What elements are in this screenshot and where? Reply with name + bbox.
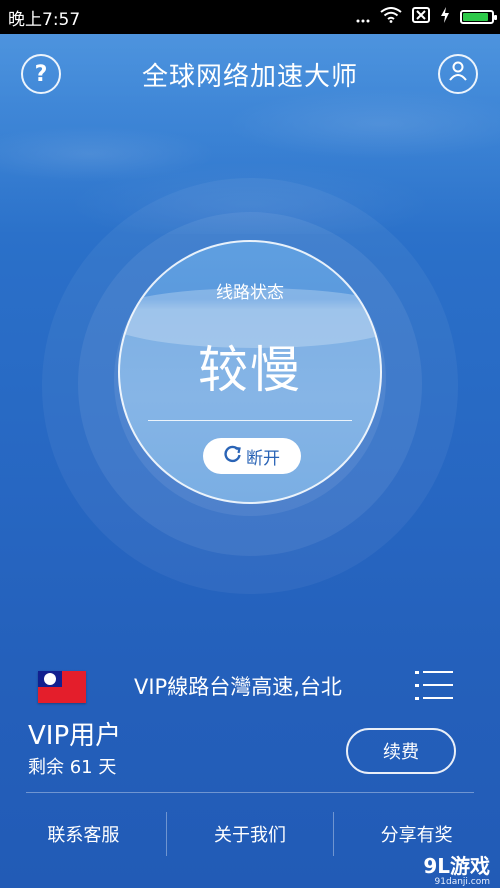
bottom-divider — [26, 792, 474, 793]
user-icon — [447, 60, 469, 88]
refresh-icon — [224, 445, 242, 468]
battery-level-fill — [463, 13, 488, 21]
wifi-icon — [380, 7, 402, 27]
disconnect-button[interactable]: 断开 — [203, 438, 301, 474]
disconnect-label: 断开 — [246, 448, 280, 469]
sim-x-icon — [412, 7, 430, 27]
server-list-icon[interactable] — [415, 669, 453, 701]
about-us-button[interactable]: 关于我们 — [167, 810, 334, 858]
user-button[interactable] — [438, 54, 478, 94]
taiwan-flag-icon — [38, 671, 86, 703]
line-status-panel: 线路状态 较慢 断开 — [118, 240, 382, 504]
contact-support-button[interactable]: 联系客服 — [0, 810, 167, 858]
line-status-label: 线路状态 — [216, 283, 284, 303]
line-speed-value: 较慢 — [198, 341, 302, 399]
server-selector[interactable]: VIP線路台灣高速,台北 — [0, 655, 500, 715]
nav-label: 分享有奖 — [380, 825, 453, 846]
status-icons — [356, 0, 497, 34]
panel-divider — [148, 420, 352, 421]
app-title: 全球网络加速大师 — [141, 62, 358, 92]
server-name: VIP線路台灣高速,台北 — [134, 675, 342, 699]
signal-dots-icon — [356, 8, 370, 27]
status-bar: 晚上7:57 — [0, 0, 500, 34]
renew-button[interactable]: 续费 — [346, 728, 456, 774]
battery-icon — [460, 10, 497, 24]
watermark: 9L游戏 91danji.com — [423, 850, 490, 887]
charging-icon — [440, 7, 450, 27]
nav-label: 联系客服 — [47, 825, 120, 846]
status-time: 晚上7:57 — [8, 9, 81, 30]
vip-title: VIP用户 — [28, 721, 122, 751]
vip-remaining-days: 剩余 61 天 — [28, 757, 117, 778]
nav-separator — [166, 812, 167, 856]
header: ? 全球网络加速大师 — [0, 34, 500, 114]
watermark-logo: 9L游戏 — [423, 854, 490, 878]
nav-separator — [333, 812, 334, 856]
nav-label: 关于我们 — [214, 825, 286, 846]
